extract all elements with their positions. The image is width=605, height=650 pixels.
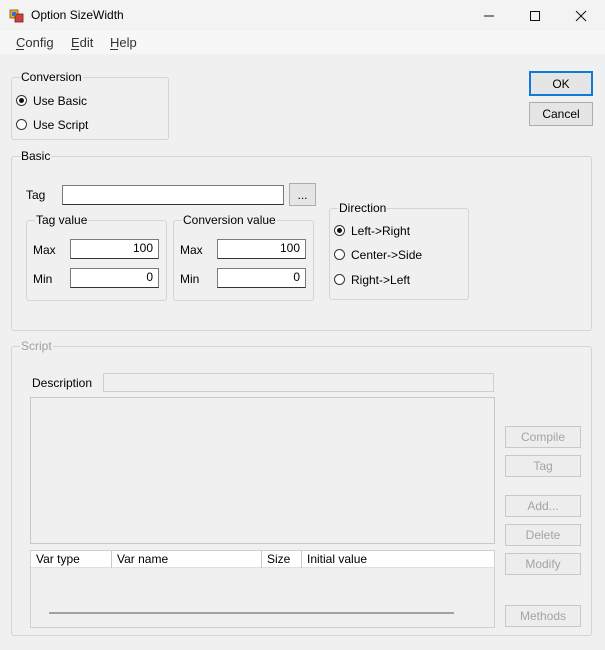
methods-label: Methods [519, 609, 567, 623]
menu-help[interactable]: Help [110, 35, 137, 50]
variables-list[interactable]: Var type Var name Size Initial value [30, 550, 495, 628]
modify-button[interactable]: Modify [505, 553, 581, 575]
script-editor[interactable] [30, 397, 495, 544]
tag-value-group-label: Tag value [35, 213, 89, 227]
title-bar[interactable]: Option SizeWidth [0, 0, 605, 31]
tag-value-group [26, 220, 167, 301]
conv-max-input[interactable]: 100 [217, 239, 306, 259]
column-initial-value[interactable]: Initial value [302, 551, 494, 568]
use-script-radio[interactable] [16, 119, 27, 130]
close-icon [575, 10, 587, 21]
direction-center-side-radio[interactable] [334, 249, 345, 260]
menu-edit-label: Edit [71, 35, 94, 50]
minimize-icon [484, 15, 494, 16]
tag-min-input[interactable]: 0 [70, 268, 159, 288]
column-var-name[interactable]: Var name [112, 551, 262, 568]
column-size[interactable]: Size [262, 551, 302, 568]
description-input[interactable] [103, 373, 494, 392]
script-group-label: Script [20, 339, 53, 353]
use-basic-label[interactable]: Use Basic [33, 94, 87, 108]
menu-config-label: Config [16, 35, 54, 50]
use-basic-radio[interactable] [16, 95, 27, 106]
tag-max-label: Max [33, 243, 56, 257]
horizontal-scrollbar[interactable] [49, 612, 454, 614]
use-script-label[interactable]: Use Script [33, 118, 88, 132]
maximize-button[interactable] [512, 0, 558, 31]
compile-label: Compile [520, 430, 565, 444]
menu-config[interactable]: Config [16, 35, 54, 50]
delete-label: Delete [525, 528, 561, 542]
conv-max-label: Max [180, 243, 203, 257]
minimize-button[interactable] [466, 0, 512, 31]
tag-browse-label: ... [297, 187, 308, 202]
tag-input[interactable] [62, 185, 284, 205]
tag-label: Tag [26, 188, 46, 202]
variables-list-header: Var type Var name Size Initial value [31, 551, 494, 568]
add-button[interactable]: Add... [505, 495, 581, 517]
menu-edit[interactable]: Edit [71, 35, 93, 50]
tag-max-input[interactable]: 100 [70, 239, 159, 259]
direction-group-label: Direction [338, 201, 388, 215]
conv-min-input[interactable]: 0 [217, 268, 306, 288]
modify-label: Modify [525, 557, 561, 571]
basic-group-label: Basic [20, 149, 52, 163]
add-label: Add... [527, 499, 559, 513]
conversion-value-group-label: Conversion value [182, 213, 277, 227]
menu-help-label: Help [110, 35, 137, 50]
conversion-value-group [173, 220, 314, 301]
methods-button[interactable]: Methods [505, 605, 581, 627]
conversion-group-label: Conversion [20, 70, 83, 84]
cancel-button[interactable]: Cancel [529, 102, 593, 126]
script-tag-button[interactable]: Tag [505, 455, 581, 477]
tag-browse-button[interactable]: ... [289, 183, 316, 206]
ok-button[interactable]: OK [529, 71, 593, 96]
tag-min-label: Min [33, 272, 53, 286]
direction-right-left-radio[interactable] [334, 274, 345, 285]
close-button[interactable] [558, 0, 604, 31]
cancel-label: Cancel [542, 107, 580, 121]
menu-edit-accesskey [71, 49, 79, 50]
maximize-icon [530, 10, 540, 21]
menu-config-accesskey [16, 49, 24, 50]
menu-help-accesskey [110, 49, 118, 50]
window-title: Option SizeWidth [31, 8, 124, 22]
script-tag-label: Tag [533, 459, 553, 473]
delete-button[interactable]: Delete [505, 524, 581, 546]
direction-left-right-radio[interactable] [334, 225, 345, 236]
ok-label: OK [552, 76, 570, 91]
column-var-type[interactable]: Var type [31, 551, 112, 568]
app-icon [9, 9, 24, 23]
compile-button[interactable]: Compile [505, 426, 581, 448]
direction-left-right-label[interactable]: Left->Right [351, 224, 410, 238]
direction-center-side-label[interactable]: Center->Side [351, 248, 422, 262]
conv-min-label: Min [180, 272, 200, 286]
direction-right-left-label[interactable]: Right->Left [351, 273, 410, 287]
description-label: Description [32, 376, 93, 390]
